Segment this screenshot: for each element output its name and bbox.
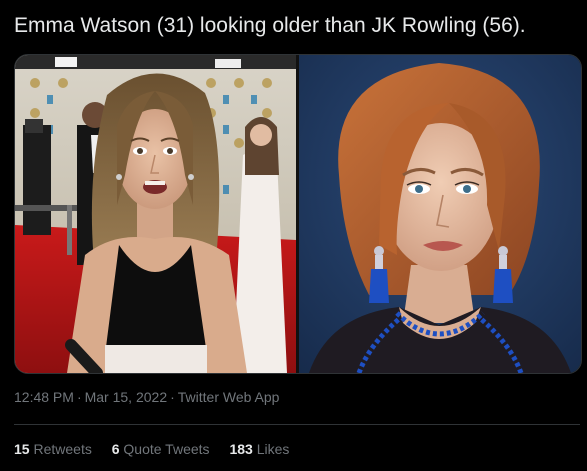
left-photo[interactable] — [15, 55, 296, 373]
left-photo-image — [15, 55, 296, 373]
tweet-source[interactable]: Twitter Web App — [178, 389, 280, 405]
media-grid[interactable] — [14, 54, 582, 374]
retweets-stat[interactable]: 15 Retweets — [14, 440, 92, 458]
tweet-text: Emma Watson (31) looking older than JK R… — [14, 14, 526, 37]
quote-tweets-count: 6 — [111, 441, 120, 457]
tweet: Emma Watson (31) looking older than JK R… — [0, 0, 587, 471]
quote-tweets-stat[interactable]: 6 Quote Tweets — [112, 440, 210, 458]
tweet-metadata: 12:48 PM · Mar 15, 2022 · Twitter Web App — [14, 388, 279, 406]
right-photo-image — [299, 55, 581, 373]
retweets-label: Retweets — [33, 441, 92, 457]
meta-separator: · — [76, 389, 82, 405]
retweets-count: 15 — [14, 441, 30, 457]
quote-tweets-label: Quote Tweets — [123, 441, 210, 457]
tweet-time[interactable]: 12:48 PM — [14, 389, 74, 405]
likes-label: Likes — [256, 441, 290, 457]
tweet-date[interactable]: Mar 15, 2022 — [85, 389, 168, 405]
tweet-stats: 15 Retweets 6 Quote Tweets 183 Likes — [14, 440, 305, 458]
stats-divider — [14, 424, 580, 425]
meta-separator: · — [170, 389, 175, 405]
right-photo[interactable] — [299, 55, 581, 373]
likes-count: 183 — [229, 441, 253, 457]
likes-stat[interactable]: 183 Likes — [229, 440, 289, 458]
